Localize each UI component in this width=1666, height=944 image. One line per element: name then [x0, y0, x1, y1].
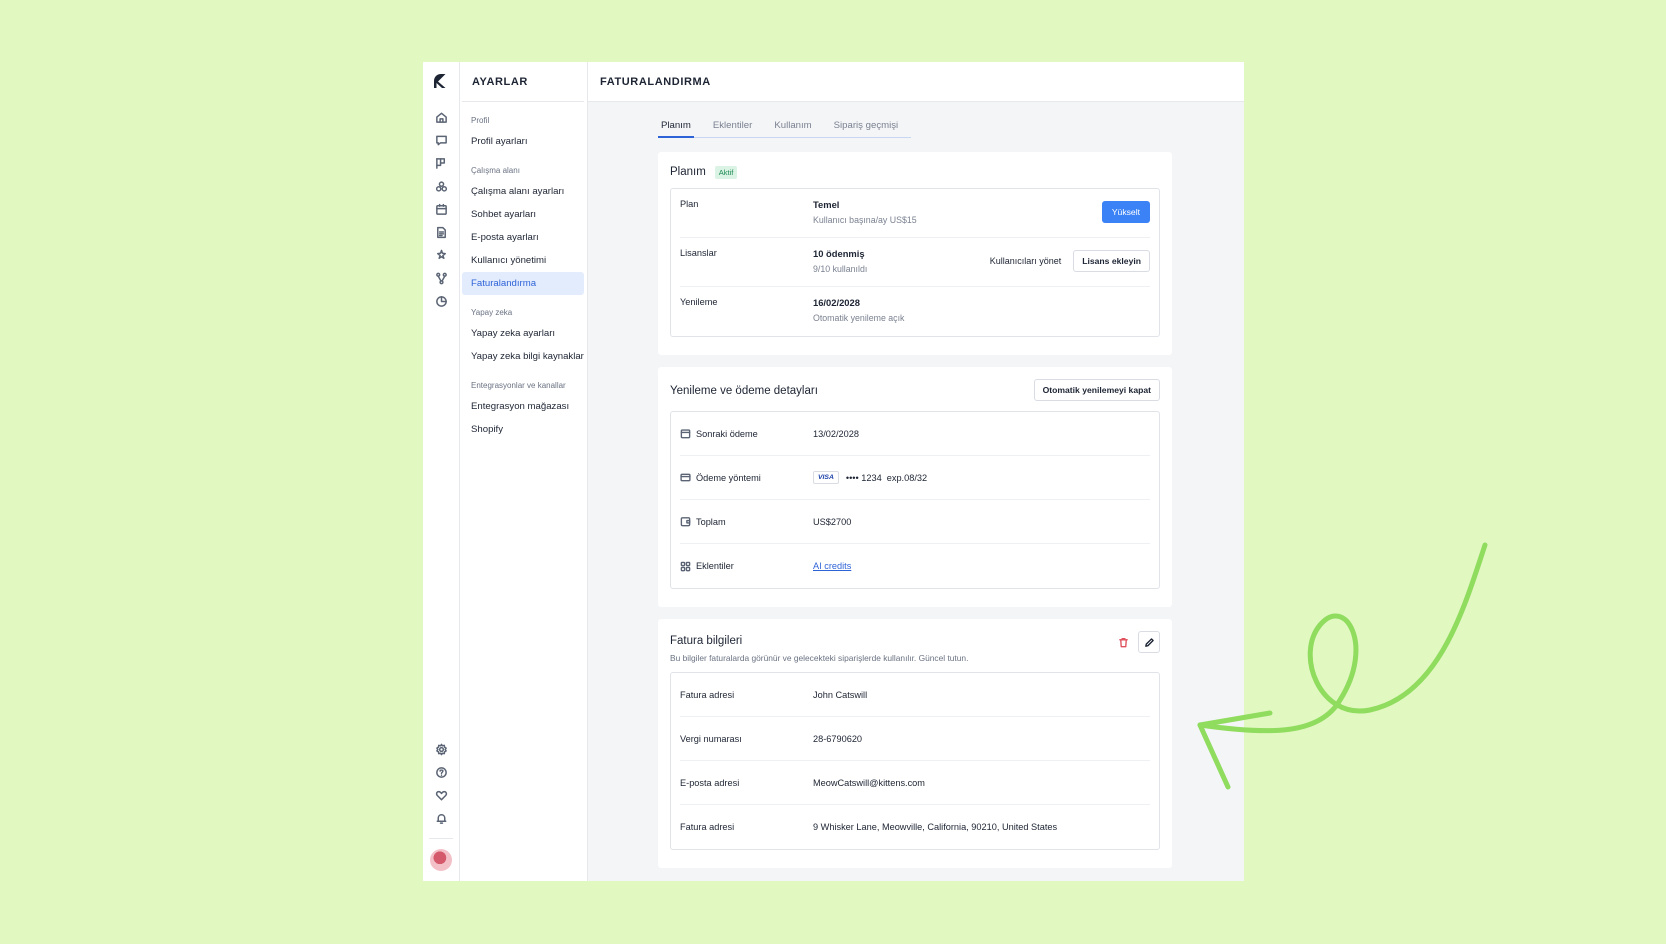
status-badge: Aktif	[714, 165, 738, 179]
heart-icon[interactable]	[430, 784, 452, 806]
apps-grid-icon	[680, 561, 691, 571]
tab-my-plan[interactable]: Planım	[658, 120, 694, 138]
licenses-row: Lisanslar 10 ödenmiş 9/10 kullanıldı Kul…	[680, 238, 1150, 287]
manage-users-link[interactable]: Kullanıcıları yönet	[990, 256, 1062, 266]
workflow-icon[interactable]	[430, 267, 452, 289]
detail-row: Toplam US$2700	[680, 500, 1150, 544]
sidebar-item-integration-store[interactable]: Entegrasyon mağazası	[462, 395, 584, 418]
sidebar-title: AYARLAR	[462, 62, 584, 102]
sidebar-item-email-settings[interactable]: E-posta ayarları	[462, 226, 584, 249]
row-label: Fatura adresi	[680, 822, 735, 832]
document-icon[interactable]	[430, 221, 452, 243]
delete-button[interactable]	[1112, 631, 1134, 653]
ai-credits-link[interactable]: AI credits	[813, 561, 851, 571]
page-title: FATURALANDIRMA	[588, 62, 1244, 102]
billing-tabs: Planım Eklentiler Kullanım Sipariş geçmi…	[658, 120, 911, 138]
brand-logo-icon[interactable]	[432, 72, 450, 90]
pencil-icon	[1144, 637, 1154, 647]
detail-row: Sonraki ödeme 13/02/2028	[680, 412, 1150, 456]
plan-price: Kullanıcı başına/ay US$15	[813, 215, 917, 225]
renewal-card-title: Yenileme ve ödeme detayları	[670, 385, 818, 397]
sidebar-group-label: Profil	[471, 116, 490, 125]
calendar-icon	[680, 429, 691, 439]
contacts-icon[interactable]	[430, 175, 452, 197]
detail-row: Ödeme yöntemi VISA •••• 1234 exp.08/32	[680, 456, 1150, 500]
home-icon[interactable]	[430, 106, 452, 128]
card-expiry: exp.08/32	[886, 472, 928, 483]
row-label: Toplam	[696, 516, 726, 527]
tab-order-history[interactable]: Sipariş geçmişi	[831, 120, 902, 137]
total-amount: US$2700	[813, 516, 852, 527]
sidebar-group-label: Yapay zeka	[471, 308, 513, 317]
credit-card-icon	[680, 473, 691, 482]
sidebar-item-user-management[interactable]: Kullanıcı yönetimi	[462, 249, 584, 272]
automation-icon[interactable]	[430, 244, 452, 266]
app-window: AYARLAR Profil Profil ayarları Çalışma a…	[423, 62, 1244, 881]
auto-renew-status: Otomatik yenileme açık	[813, 313, 905, 323]
row-label: Vergi numarası	[680, 733, 742, 744]
billing-name: John Catswill	[813, 689, 868, 700]
billing-email: MeowCatswill@kittens.com	[813, 777, 925, 788]
row-label: Sonraki ödeme	[696, 428, 758, 439]
sidebar-item-shopify[interactable]: Shopify	[462, 418, 584, 441]
detail-row: Fatura adresi 9 Whisker Lane, Meowville,…	[680, 805, 1150, 849]
renewal-date: 16/02/2028	[813, 297, 860, 308]
payment-method: VISA •••• 1234 exp.08/32	[813, 471, 927, 484]
row-label: E-posta adresi	[680, 777, 740, 788]
sidebar-group-label: Entegrasyonlar ve kanallar	[471, 381, 566, 390]
bell-icon[interactable]	[430, 807, 452, 829]
renewal-payment-card: Yenileme ve ödeme detayları Otomatik yen…	[658, 367, 1172, 607]
calendar-icon[interactable]	[430, 198, 452, 220]
icon-rail	[423, 62, 460, 881]
disable-auto-renew-button[interactable]: Otomatik yenilemeyi kapat	[1033, 379, 1160, 401]
tax-number: 28-6790620	[813, 733, 863, 744]
settings-icon[interactable]	[430, 738, 452, 760]
reports-icon[interactable]	[430, 290, 452, 312]
billing-card-title: Fatura bilgileri	[670, 635, 743, 647]
settings-sidebar: AYARLAR Profil Profil ayarları Çalışma a…	[460, 62, 588, 881]
kanban-icon[interactable]	[430, 152, 452, 174]
sidebar-item-workspace-settings[interactable]: Çalışma alanı ayarları	[462, 180, 584, 203]
add-license-button[interactable]: Lisans ekleyin	[1073, 250, 1150, 272]
sidebar-item-chat-settings[interactable]: Sohbet ayarları	[462, 203, 584, 226]
renewal-row: Yenileme 16/02/2028 Otomatik yenileme aç…	[680, 287, 1150, 336]
row-label: Eklentiler	[696, 561, 734, 571]
row-label: Plan	[680, 199, 699, 209]
plan-card-title: Planım	[670, 166, 706, 178]
detail-row: Eklentiler AI credits	[680, 544, 1150, 588]
card-number-masked: •••• 1234	[845, 472, 882, 483]
wallet-icon	[680, 517, 691, 527]
detail-row: Vergi numarası 28-6790620	[680, 717, 1150, 761]
sidebar-item-ai-knowledge-sources[interactable]: Yapay zeka bilgi kaynakları	[462, 345, 584, 368]
main-content: FATURALANDIRMA Planım Eklentiler Kullanı…	[588, 62, 1244, 881]
visa-logo-icon: VISA	[813, 471, 839, 484]
row-label: Yenileme	[680, 297, 718, 307]
billing-address: 9 Whisker Lane, Meowville, California, 9…	[813, 822, 1058, 832]
upgrade-button[interactable]: Yükselt	[1101, 201, 1150, 223]
billing-info-card: Fatura bilgileri Bu bilgiler faturalarda…	[658, 619, 1172, 868]
tab-add-ons[interactable]: Eklentiler	[710, 120, 755, 137]
sidebar-item-profile-settings[interactable]: Profil ayarları	[462, 130, 584, 153]
help-icon[interactable]	[430, 761, 452, 783]
chat-icon[interactable]	[430, 129, 452, 151]
row-label: Lisanslar	[680, 248, 717, 258]
user-avatar[interactable]	[430, 849, 452, 871]
trash-icon	[1118, 637, 1128, 647]
plan-row: Plan Temel Kullanıcı başına/ay US$15 Yük…	[680, 189, 1150, 238]
detail-row: Fatura adresi John Catswill	[680, 673, 1150, 717]
billing-card-subtitle: Bu bilgiler faturalarda görünür ve gelec…	[670, 653, 969, 663]
sidebar-item-ai-settings[interactable]: Yapay zeka ayarları	[462, 322, 584, 345]
sidebar-group-label: Çalışma alanı	[471, 166, 520, 175]
sidebar-item-billing[interactable]: Faturalandırma	[462, 272, 584, 295]
plan-name: Temel	[813, 199, 840, 210]
rail-divider	[429, 838, 453, 839]
tab-usage[interactable]: Kullanım	[771, 120, 814, 137]
row-label: Fatura adresi	[680, 689, 735, 700]
row-label: Ödeme yöntemi	[696, 472, 761, 483]
edit-button[interactable]	[1138, 631, 1160, 653]
detail-row: E-posta adresi MeowCatswill@kittens.com	[680, 761, 1150, 805]
next-payment-date: 13/02/2028	[813, 428, 859, 439]
plan-card: Planım Aktif Plan Temel Kullanıcı başına…	[658, 152, 1172, 355]
